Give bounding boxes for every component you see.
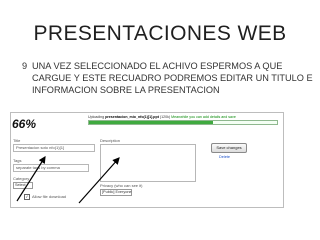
slide-title: PRESENTACIONES WEB (33, 22, 287, 45)
annotation-arrows (16, 155, 120, 204)
bullet-text: UNA VEZ SELECCIONADO EL ACHIVO ESPERMOS … (32, 61, 313, 95)
bullet-number: 9 (22, 61, 28, 71)
arrow-to-title (16, 155, 46, 202)
arrow-to-description (78, 157, 120, 204)
slide-bullet: 9 UNA VEZ SELECCIONADO EL ACHIVO ESPERMO… (22, 60, 318, 96)
upload-screenshot: 66% Uploading presentacion_mio_nfo(1)[1]… (10, 112, 284, 208)
